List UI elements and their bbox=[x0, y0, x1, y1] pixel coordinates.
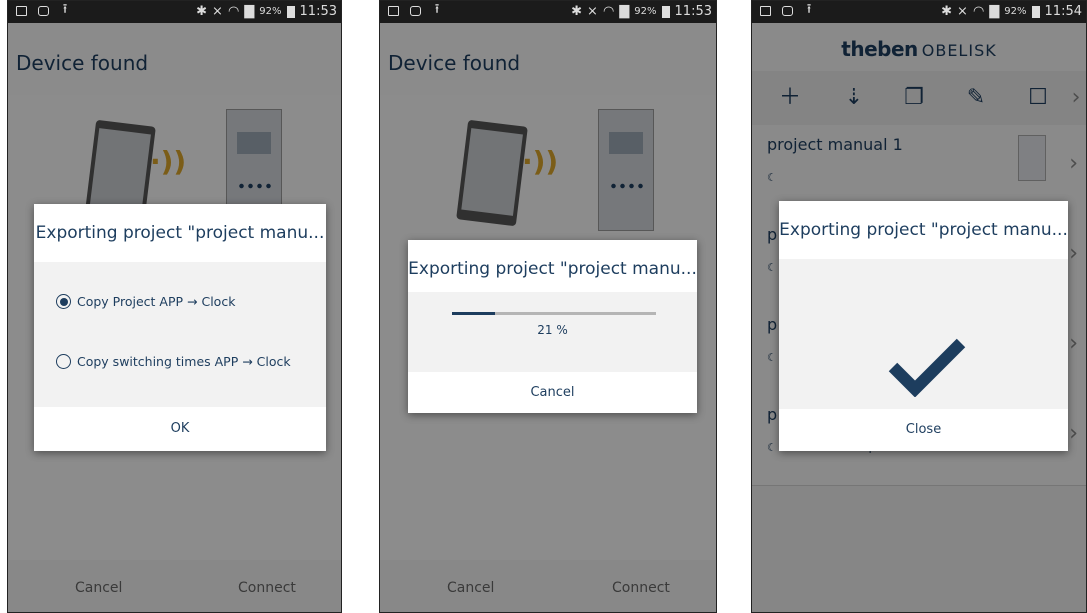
clock: 11:54 bbox=[1044, 4, 1082, 19]
upload-icon: ⭱ bbox=[806, 2, 812, 17]
status-bar: ⭱ ✱ ⨯ ◠ ▇ 92% 11:54 bbox=[752, 1, 1086, 23]
phone-screen-1: ⭱ ✱ ⨯ ◠ ▇ 92% 11:53 Device found ·)) Can… bbox=[7, 0, 342, 613]
dialog-cancel-button[interactable]: Cancel bbox=[408, 372, 697, 413]
option-copy-switching-times[interactable]: Copy switching times APP → Clock bbox=[56, 354, 291, 369]
battery-icon bbox=[286, 5, 295, 18]
screenshot-icon bbox=[408, 4, 422, 18]
battery-icon bbox=[1031, 5, 1040, 18]
success-area bbox=[779, 259, 1068, 409]
progress-area: 21 % bbox=[408, 292, 697, 372]
status-bar: ⭱ ✱ ⨯ ◠ ▇ 92% 11:53 bbox=[380, 1, 716, 23]
upload-icon: ⭱ bbox=[434, 2, 440, 17]
battery-percent: 92% bbox=[259, 6, 282, 17]
radio-unselected-icon[interactable] bbox=[56, 354, 71, 369]
export-options: Copy Project APP → Clock Copy switching … bbox=[34, 262, 326, 407]
checkmark-icon bbox=[888, 338, 966, 397]
option-copy-project[interactable]: Copy Project APP → Clock bbox=[56, 294, 235, 309]
battery-percent: 92% bbox=[634, 6, 657, 17]
gallery-icon bbox=[386, 4, 400, 18]
bluetooth-icon: ✱ bbox=[941, 4, 953, 19]
progress-bar bbox=[452, 312, 656, 315]
bluetooth-icon: ✱ bbox=[196, 4, 208, 19]
phone-screen-2: ⭱ ✱ ⨯ ◠ ▇ 92% 11:53 Device found ·)) Can… bbox=[379, 0, 717, 613]
signal-icon: ▇ bbox=[989, 4, 1000, 19]
bluetooth-icon: ✱ bbox=[571, 4, 583, 19]
dialog-title: Exporting project "project manu... bbox=[779, 220, 1068, 240]
export-complete-dialog: Exporting project "project manu... Close bbox=[779, 201, 1068, 451]
ok-button[interactable]: OK bbox=[34, 407, 326, 451]
status-bar: ⭱ ✱ ⨯ ◠ ▇ 92% 11:53 bbox=[8, 1, 341, 23]
clock: 11:53 bbox=[674, 4, 712, 19]
mute-icon: ⨯ bbox=[957, 4, 968, 19]
progress-label: 21 % bbox=[537, 323, 568, 337]
option-label: Copy Project APP → Clock bbox=[77, 294, 236, 309]
phone-screen-3: ⭱ ✱ ⨯ ◠ ▇ 92% 11:54 theben OBELISK ＋ ⇣ ❐ … bbox=[751, 0, 1087, 613]
dialog-title: Exporting project "project manu... bbox=[35, 223, 325, 243]
dialog-title: Exporting project "project manu... bbox=[408, 259, 697, 279]
wifi-icon: ◠ bbox=[602, 4, 615, 19]
option-label: Copy switching times APP → Clock bbox=[77, 354, 291, 369]
close-button[interactable]: Close bbox=[779, 409, 1068, 451]
signal-icon: ▇ bbox=[244, 4, 255, 19]
radio-selected-icon[interactable] bbox=[56, 294, 71, 309]
export-dialog: Exporting project "project manu... Copy … bbox=[34, 204, 326, 451]
mute-icon: ⨯ bbox=[587, 4, 598, 19]
screenshot-icon bbox=[36, 4, 50, 18]
progress-dialog: Exporting project "project manu... 21 % … bbox=[408, 240, 697, 413]
gallery-icon bbox=[14, 4, 28, 18]
gallery-icon bbox=[758, 4, 772, 18]
battery-icon bbox=[661, 5, 670, 18]
progress-fill bbox=[452, 312, 495, 315]
clock: 11:53 bbox=[299, 4, 337, 19]
wifi-icon: ◠ bbox=[227, 4, 240, 19]
mute-icon: ⨯ bbox=[212, 4, 223, 19]
battery-percent: 92% bbox=[1004, 6, 1027, 17]
signal-icon: ▇ bbox=[619, 4, 630, 19]
wifi-icon: ◠ bbox=[972, 4, 985, 19]
screenshot-icon bbox=[780, 4, 794, 18]
upload-icon: ⭱ bbox=[62, 2, 68, 17]
